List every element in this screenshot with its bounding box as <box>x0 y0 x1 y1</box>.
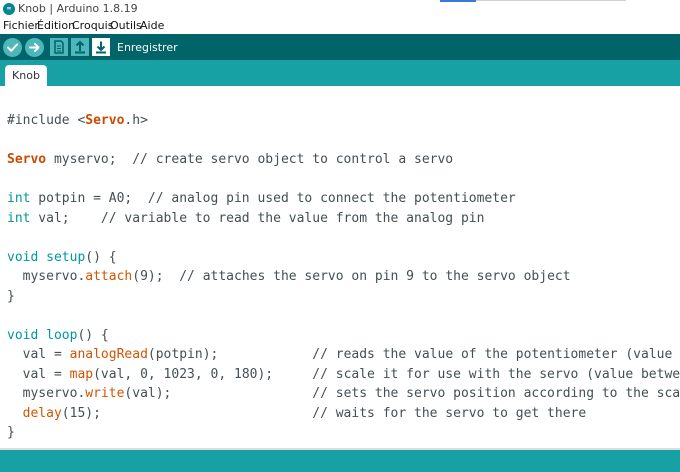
code-line: myservo.write(val); // sets the servo po… <box>7 384 680 404</box>
code-token-fn: map <box>69 366 94 382</box>
toolbar: Enregistrer <box>0 34 680 60</box>
code-token-plain: } <box>7 288 15 304</box>
code-line: void setup() { <box>7 248 680 268</box>
save-icon <box>96 41 106 54</box>
code-line: delay(15); // waits for the servo to get… <box>7 404 680 424</box>
code-token-hdr: Servo <box>85 113 125 128</box>
code-line: } <box>7 423 680 443</box>
code-line: val = analogRead(potpin); // reads the v… <box>7 345 680 365</box>
code-line: val = map(val, 0, 1023, 0, 180); // scal… <box>7 365 680 385</box>
upload-icon <box>29 43 40 52</box>
tab-strip: Knob <box>0 60 680 86</box>
verify-icon <box>7 43 18 52</box>
code-token-plain: potpin = A0; // analog pin used to conne… <box>30 191 516 206</box>
code-token-plain: } <box>7 425 15 440</box>
arduino-icon: ∞ <box>3 3 15 15</box>
code-line: int val; // variable to read the value f… <box>7 209 680 229</box>
console-bar <box>0 450 680 472</box>
code-token-plain: val; // variable to read the value from … <box>30 210 485 226</box>
code-token-plain: myservo. <box>7 386 86 401</box>
code-token-plain: .h> <box>124 113 148 128</box>
code-line: Servo myservo; // create servo object to… <box>7 150 680 170</box>
menu-bar: Fichier Édition Croquis Outils Aide <box>0 18 680 34</box>
code-token-plain: () { <box>77 327 109 343</box>
toolbar-hover-label: Enregistrer <box>117 41 178 54</box>
title-bar: ∞ Knob | Arduino 1.8.19 <box>0 0 680 18</box>
menu-aide[interactable]: Aide <box>140 19 164 32</box>
code-line: #include <Servo.h> <box>7 111 680 131</box>
open-icon <box>75 40 85 54</box>
menu-edition[interactable]: Édition <box>37 19 75 32</box>
open-button[interactable] <box>71 38 89 56</box>
code-token-plain: myservo; // create servo object to contr… <box>46 152 454 167</box>
code-line: } <box>7 287 680 307</box>
new-icon <box>54 40 64 54</box>
code-token-plain: () { <box>85 249 117 265</box>
code-token-kw: int <box>7 191 31 206</box>
code-line: int potpin = A0; // analog pin used to c… <box>7 189 680 209</box>
code-token-fn: analogRead <box>69 347 148 362</box>
code-token-plain: val = <box>7 347 70 362</box>
title-bar-divider <box>476 0 626 1</box>
code-token-plain: (potpin); // reads the value of the pote… <box>147 347 673 362</box>
code-editor[interactable]: #include <Servo.h> Servo myservo; // crea… <box>0 86 680 448</box>
code-line: void loop() { <box>7 326 680 346</box>
upload-button[interactable] <box>25 38 44 57</box>
code-token-plain: (15); // waits for the servo to get ther… <box>61 405 587 421</box>
code-token-kw: setup <box>46 249 86 265</box>
code-token-plain: (9); // attaches the servo on pin 9 to t… <box>132 269 571 284</box>
code-token-fn: delay <box>22 405 62 421</box>
save-button[interactable] <box>92 38 110 56</box>
code-token-kw: void <box>7 249 39 265</box>
menu-fichier[interactable]: Fichier <box>3 19 39 32</box>
menu-croquis[interactable]: Croquis <box>72 19 113 32</box>
code-token-kw: int <box>7 210 31 226</box>
verify-button[interactable] <box>3 38 22 57</box>
code-token-kw: loop <box>46 327 78 343</box>
window-title: Knob | Arduino 1.8.19 <box>18 2 138 15</box>
code-token-plain: myservo. <box>7 269 86 284</box>
code-token-type: Servo <box>7 152 47 167</box>
code-token-fn: attach <box>85 269 133 284</box>
code-token-plain: #include < <box>7 113 86 128</box>
code-token-plain: (val); // sets the servo position accord… <box>124 386 680 401</box>
title-bar-accent <box>440 0 476 2</box>
code-token-plain: val = <box>7 366 70 382</box>
code-token-plain: (val, 0, 1023, 0, 180); // scale it for … <box>93 366 680 382</box>
tab-knob[interactable]: Knob <box>5 65 47 86</box>
code-token-fn: write <box>85 386 125 401</box>
code-token-kw: void <box>7 327 39 343</box>
code-area[interactable]: #include <Servo.h> Servo myservo; // crea… <box>7 111 680 443</box>
code-line: myservo.attach(9); // attaches the servo… <box>7 267 680 287</box>
new-button[interactable] <box>50 38 68 56</box>
menu-outils[interactable]: Outils <box>110 19 142 32</box>
